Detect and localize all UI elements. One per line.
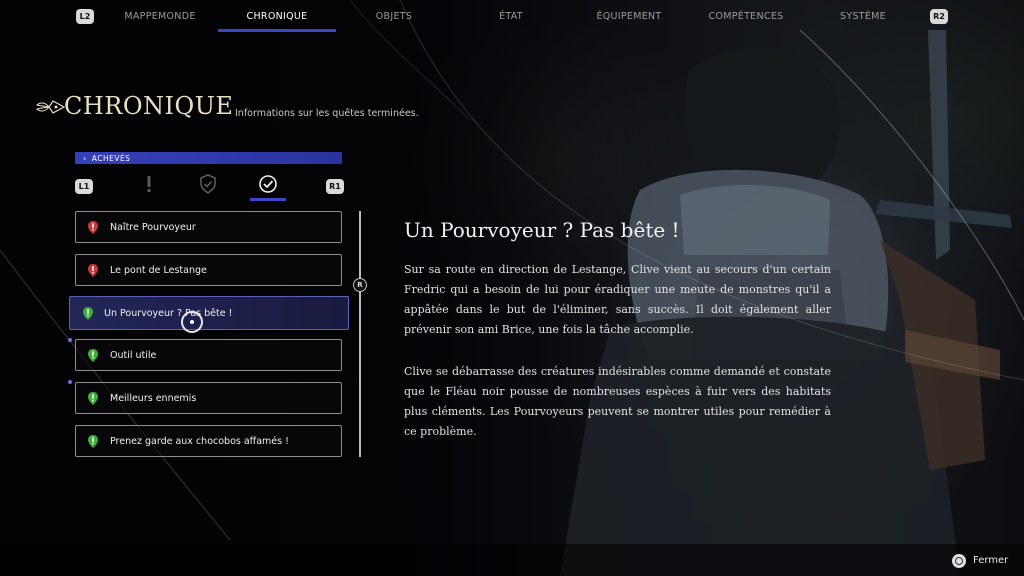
quest-detail-paragraph: Sur sa route en direction de Lestange, C…	[404, 263, 831, 336]
red-quest-marker-icon	[85, 219, 101, 235]
ornament-icon	[36, 100, 65, 114]
green-quest-marker-icon	[80, 305, 96, 321]
r-stick-scroll-hint[interactable]: R	[353, 278, 367, 292]
footer-bar	[0, 544, 1024, 576]
page-title: CHRONIQUE	[64, 92, 234, 120]
tab-systeme[interactable]: SYSTÈME	[840, 11, 886, 22]
category-achieved-header[interactable]: › ACHEVÉS	[75, 152, 342, 164]
l1-button-hint[interactable]: L1	[75, 179, 93, 194]
active-filter-indicator	[250, 198, 286, 201]
quest-label: Naître Pourvoyeur	[110, 221, 196, 233]
shield-check-icon[interactable]	[196, 172, 220, 196]
tab-objets[interactable]: OBJETS	[376, 11, 412, 22]
tab-chronique[interactable]: CHRONIQUE	[247, 11, 308, 22]
page-subtitle: Informations sur les quêtes terminées.	[235, 108, 419, 119]
circle-button-icon[interactable]	[952, 554, 966, 568]
red-quest-marker-icon	[85, 262, 101, 278]
green-quest-marker-icon	[85, 433, 101, 449]
quest-label: Un Pourvoyeur ? Pas bête !	[104, 307, 233, 319]
category-label: ACHEVÉS	[91, 153, 131, 163]
quest-list-item[interactable]: Prenez garde aux chocobos affamés !	[75, 425, 342, 457]
tab-equipement[interactable]: ÉQUIPEMENT	[596, 11, 661, 22]
quest-list-item[interactable]: Outil utile	[75, 339, 342, 371]
quest-label: Prenez garde aux chocobos affamés !	[110, 435, 289, 447]
active-tab-indicator	[218, 29, 336, 32]
r1-button-hint[interactable]: R1	[326, 179, 344, 194]
close-label[interactable]: Fermer	[973, 555, 1008, 566]
quest-label: Le pont de Lestange	[110, 264, 207, 276]
quest-detail-paragraph: Clive se débarrasse des créatures indési…	[404, 365, 831, 438]
new-indicator-dot	[68, 380, 72, 384]
circle-check-icon[interactable]	[256, 172, 280, 196]
tab-mappemonde[interactable]: MAPPEMONDE	[124, 11, 195, 22]
exclamation-icon[interactable]	[137, 172, 161, 196]
l2-button-hint[interactable]: L2	[76, 9, 94, 24]
green-quest-marker-icon	[85, 347, 101, 363]
quest-list-item[interactable]: Naître Pourvoyeur	[75, 211, 342, 243]
tab-competences[interactable]: COMPÉTENCES	[709, 11, 784, 22]
quest-list-item-selected[interactable]: Un Pourvoyeur ? Pas bête !	[69, 296, 349, 330]
quest-detail-title: Un Pourvoyeur ? Pas bête !	[404, 218, 680, 242]
scrollbar-track[interactable]	[359, 211, 361, 457]
quest-label: Outil utile	[110, 349, 157, 361]
quest-list-item[interactable]: Le pont de Lestange	[75, 254, 342, 286]
pointer-cursor	[181, 311, 203, 333]
quest-label: Meilleurs ennemis	[110, 392, 197, 404]
new-indicator-dot	[68, 338, 72, 342]
top-navigation: L2 MAPPEMONDE CHRONIQUE OBJETS ÉTAT ÉQUI…	[0, 0, 1024, 34]
chevron-right-icon: ›	[83, 153, 87, 163]
r2-button-hint[interactable]: R2	[930, 9, 948, 24]
green-quest-marker-icon	[85, 390, 101, 406]
tab-etat[interactable]: ÉTAT	[499, 11, 523, 22]
quest-list-item[interactable]: Meilleurs ennemis	[75, 382, 342, 414]
